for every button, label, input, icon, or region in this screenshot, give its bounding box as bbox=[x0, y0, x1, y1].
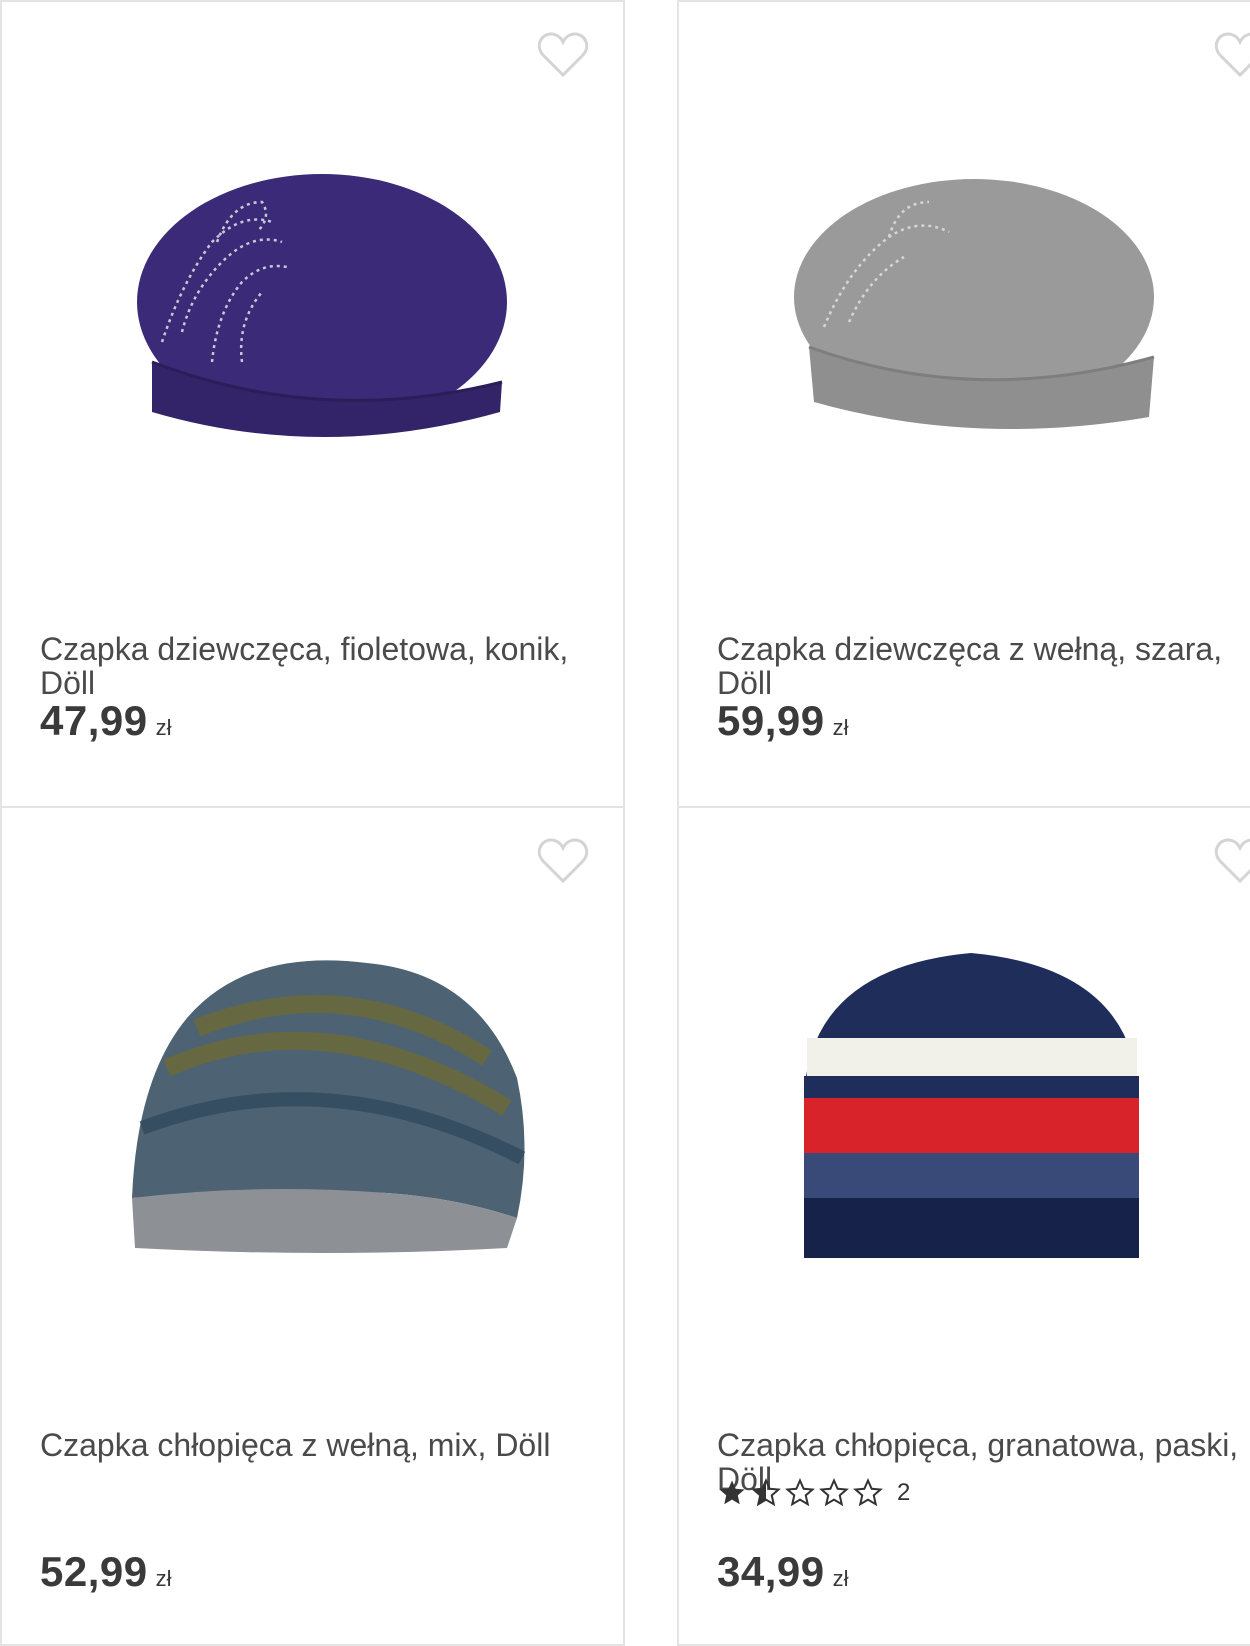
product-card[interactable]: Czapka dziewczęca, fioletowa, konik, Döl… bbox=[0, 0, 625, 808]
product-image[interactable] bbox=[127, 958, 537, 1268]
product-price: 47,99 zł bbox=[40, 697, 172, 744]
product-name[interactable]: Czapka chłopięca z wełną, mix, Döll bbox=[40, 1428, 600, 1462]
heart-outline-icon[interactable] bbox=[537, 32, 589, 78]
product-image[interactable] bbox=[122, 172, 522, 462]
product-image[interactable] bbox=[789, 177, 1159, 437]
star-outline-icon bbox=[853, 1478, 883, 1507]
heart-outline-icon[interactable] bbox=[537, 838, 589, 884]
star-filled-icon bbox=[719, 1480, 745, 1505]
product-name[interactable]: Czapka dziewczęca, fioletowa, konik, Döl… bbox=[40, 632, 600, 700]
star-outline-icon bbox=[819, 1478, 849, 1507]
product-price: 52,99 zł bbox=[40, 1548, 172, 1595]
star-outline-icon bbox=[785, 1478, 815, 1507]
product-card[interactable]: Czapka chłopięca, granatowa, paski, Döll… bbox=[677, 806, 1250, 1646]
product-price: 34,99 zł bbox=[717, 1548, 849, 1595]
product-card[interactable]: Czapka chłopięca z wełną, mix, Döll 52,9… bbox=[0, 806, 625, 1646]
product-name[interactable]: Czapka dziewczęca z wełną, szara, Döll bbox=[717, 632, 1250, 700]
product-price: 59,99 zł bbox=[717, 697, 849, 744]
rating-stars: 2 bbox=[717, 1478, 910, 1508]
heart-outline-icon[interactable] bbox=[1214, 838, 1250, 884]
heart-outline-icon[interactable] bbox=[1214, 32, 1250, 78]
review-count[interactable]: 2 bbox=[897, 1479, 910, 1507]
product-image[interactable] bbox=[799, 948, 1144, 1278]
star-half-icon bbox=[751, 1478, 781, 1507]
product-card[interactable]: Czapka dziewczęca z wełną, szara, Döll 5… bbox=[677, 0, 1250, 808]
